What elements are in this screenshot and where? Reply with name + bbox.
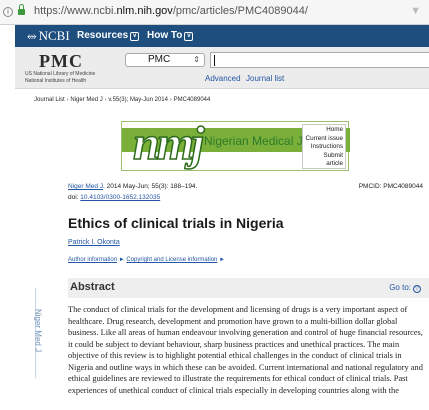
ncbi-logo-icon: ⥈ [27, 29, 37, 43]
journal-links: Home Current issue Instructions Submit a… [302, 124, 346, 169]
submit-article-link[interactable]: Submit article [305, 152, 343, 169]
abstract-text: The conduct of clinical trials for the d… [68, 305, 423, 395]
select-arrows-icon: ⇕ [193, 55, 200, 64]
info-icon[interactable]: i [3, 7, 13, 17]
citation: Niger Med J. 2014 May-Jun; 55(3): 188–19… [68, 183, 423, 201]
nih-label: National Institutes of Health [25, 78, 87, 84]
goto-icon: ▽ [413, 285, 421, 293]
advanced-link[interactable]: Advanced [205, 74, 241, 83]
breadcrumb-item: PMC4089044 [173, 97, 211, 103]
arrow-right-icon: ► [118, 257, 125, 263]
howto-menu[interactable]: How To v [147, 30, 194, 41]
journal-logo[interactable]: nmj [132, 117, 205, 171]
journal-list-link[interactable]: Journal list [246, 74, 284, 83]
pmc-header: PMC US National Library of Medicine Nati… [15, 47, 429, 89]
abstract-heading: Abstract [70, 281, 115, 293]
resources-menu[interactable]: Resources v [77, 30, 140, 41]
doi-label: doi: [68, 194, 79, 201]
chevron-down-icon: v [130, 32, 140, 41]
breadcrumb: Journal List › Niger Med J › v.55(3); May-Ju… [34, 97, 211, 103]
search-input[interactable] [210, 52, 429, 68]
breadcrumb-item[interactable]: Journal List [34, 97, 65, 103]
article-title: Ethics of clinical trials in Nigeria [68, 215, 284, 231]
article-info-links: Author information ► Copyright and Licen… [68, 257, 225, 263]
abstract-header: Abstract Go to: ▽ [68, 278, 429, 298]
vertical-journal-label: Niger Med J [34, 288, 43, 378]
journal-banner: nmj Nigerian Medical Journal Home Curren… [121, 117, 350, 171]
database-select[interactable]: PMC ⇕ [125, 53, 205, 67]
pmc-logo[interactable]: PMC [39, 51, 83, 72]
pmcid: PMCID: PMC4089044 [358, 183, 423, 190]
nlm-label: US National Library of Medicine [25, 71, 96, 77]
author-info-link[interactable]: Author information [68, 257, 117, 263]
doi-link[interactable]: 10.4103/0300-1652.132035 [80, 194, 160, 201]
url-text[interactable]: https://www.ncbi.nlm.nih.gov/pmc/article… [34, 5, 308, 17]
arrow-right-icon: ► [219, 257, 226, 263]
home-link[interactable]: Home [305, 126, 343, 135]
citation-details: . 2014 May-Jun; 55(3): 188–194. [103, 183, 198, 190]
ncbi-logo[interactable]: ⥈ NCBI [27, 28, 70, 44]
current-issue-link[interactable]: Current issue [305, 135, 343, 144]
chevron-down-icon: v [184, 32, 194, 41]
copyright-link[interactable]: Copyright and License information [126, 257, 217, 263]
lock-icon [18, 4, 25, 16]
journal-link[interactable]: Niger Med J [68, 183, 103, 190]
breadcrumb-item[interactable]: Niger Med J [70, 97, 102, 103]
goto-menu[interactable]: Go to: ▽ [389, 283, 421, 293]
instructions-link[interactable]: Instructions [305, 143, 343, 152]
address-bar[interactable]: i https://www.ncbi.nlm.nih.gov/pmc/artic… [0, 0, 429, 25]
bookmark-icon[interactable]: ▼ [410, 5, 421, 17]
text-caret [214, 55, 215, 66]
ncbi-bar: ⥈ NCBI Resources v How To v [15, 25, 429, 47]
author-link[interactable]: Patrick I. Okonta [68, 239, 120, 246]
breadcrumb-item[interactable]: v.55(3); May-Jun 2014 [108, 97, 168, 103]
